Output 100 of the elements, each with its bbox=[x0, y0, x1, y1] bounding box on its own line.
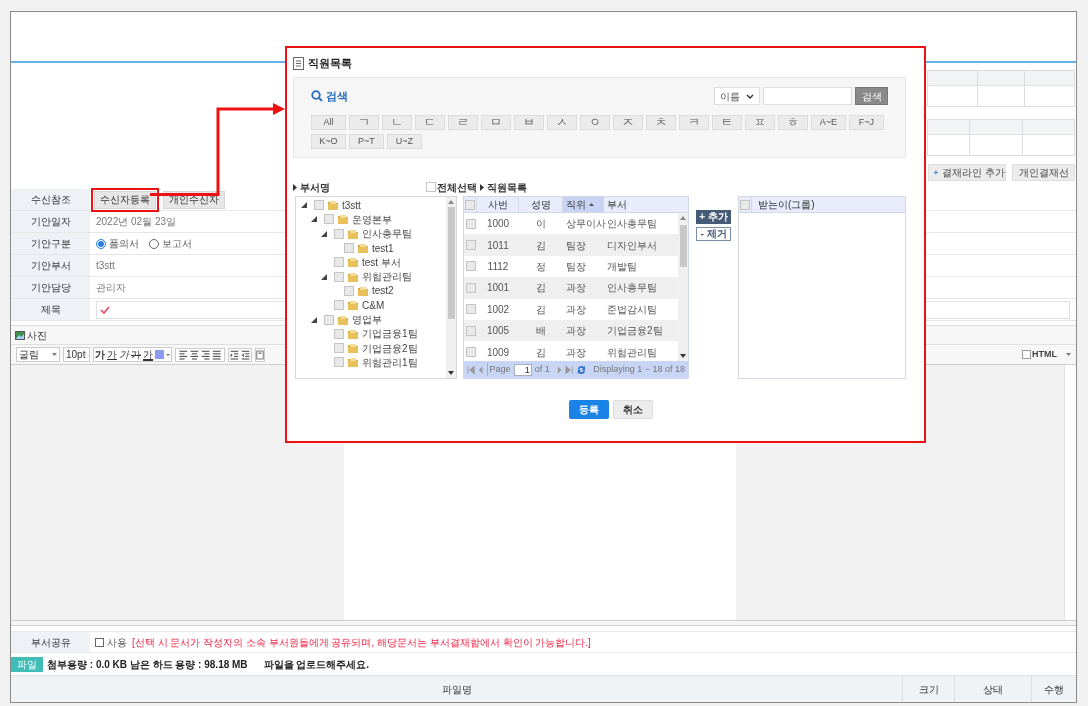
table-cell-text: 준법감시팀 bbox=[607, 302, 657, 317]
table-cell-text: 디자인부서 bbox=[607, 238, 657, 253]
table-cell-text: 1011 bbox=[487, 238, 509, 253]
tree-item[interactable]: 기업금융1팀 bbox=[362, 326, 418, 342]
table-cell-text: 상무이사 bbox=[566, 217, 606, 232]
table-cell-text: 1112 bbox=[487, 259, 509, 274]
upload-hint: 파일을 업로드해주세요. bbox=[263, 657, 370, 672]
field-value: t3stt bbox=[96, 259, 115, 273]
search-heading: 검색 bbox=[326, 88, 348, 104]
table-cell-text: 1005 bbox=[486, 324, 510, 339]
tree-item[interactable]: t3stt bbox=[342, 197, 361, 213]
pager-summary: Displaying 1 − 18 of 18 bbox=[593, 362, 685, 376]
tree-item[interactable]: 영업부 bbox=[352, 312, 382, 328]
format-button[interactable]: 가 bbox=[142, 348, 154, 361]
tree-item[interactable]: 위험관리1팀 bbox=[362, 354, 418, 370]
photo-button[interactable]: 사진 bbox=[15, 327, 47, 343]
section-heading: 부서명 bbox=[300, 180, 330, 195]
attachment-usage: 첨부용량 : 0.0 KB 남은 하드 용량 : 98.18 MB bbox=[47, 657, 248, 672]
table-cell-text: 1009 bbox=[486, 345, 510, 360]
field-label: 기안부서 bbox=[11, 255, 90, 276]
table-cell-text: 1000 bbox=[486, 217, 510, 232]
column-header[interactable]: 직위 bbox=[563, 197, 604, 212]
field-label: 수신참조 bbox=[11, 189, 90, 210]
table-cell-text: 위험관리팀 bbox=[607, 345, 657, 360]
index-button[interactable]: ㄱ bbox=[349, 115, 379, 130]
format-button[interactable]: 가 bbox=[106, 348, 118, 361]
index-button[interactable]: ㅂ bbox=[514, 115, 544, 130]
index-button[interactable]: All bbox=[311, 115, 346, 130]
index-button[interactable]: ㅋ bbox=[679, 115, 709, 130]
html-label: HTML bbox=[1032, 347, 1057, 361]
field-value: 관리자 bbox=[96, 281, 126, 295]
index-button[interactable]: ㅁ bbox=[481, 115, 511, 130]
tree-item[interactable]: 기업금융2팀 bbox=[362, 340, 418, 356]
field-label: 기안일자 bbox=[11, 211, 90, 232]
index-button[interactable]: ㅌ bbox=[712, 115, 742, 130]
table-cell-text: 인사총무팀 bbox=[607, 217, 657, 232]
format-button[interactable]: 가 bbox=[118, 348, 130, 361]
file-badge: 파일 bbox=[11, 656, 43, 672]
index-button[interactable]: K~O bbox=[311, 134, 346, 149]
field-label: 기안담당 bbox=[11, 277, 90, 298]
table-cell-text: 팀장 bbox=[566, 259, 586, 274]
index-button[interactable]: ㅈ bbox=[613, 115, 643, 130]
index-button[interactable]: ㅍ bbox=[745, 115, 775, 130]
tree-item[interactable]: 인사총무팀 bbox=[362, 226, 412, 242]
dialog-button[interactable]: 취소 bbox=[612, 400, 653, 419]
move-button[interactable]: - 제거 bbox=[696, 227, 731, 241]
page-field[interactable]: 1 bbox=[513, 363, 532, 376]
tree-item[interactable]: 위험관리팀 bbox=[362, 269, 412, 285]
font-select[interactable]: 굴림 bbox=[16, 347, 60, 362]
tree-item[interactable]: test1 bbox=[372, 240, 394, 256]
approval-button[interactable]: 개인결재선 bbox=[1012, 164, 1075, 181]
index-button[interactable]: ㄷ bbox=[415, 115, 445, 130]
index-button[interactable]: ㅎ bbox=[778, 115, 808, 130]
table-cell-text: 과장 bbox=[566, 302, 586, 317]
index-button[interactable]: P~T bbox=[349, 134, 384, 149]
field-select[interactable]: 이름 bbox=[714, 87, 760, 105]
table-cell-text: 김 bbox=[536, 345, 546, 360]
field-value: 2022년 02월 23일 bbox=[96, 215, 177, 229]
index-button[interactable]: U~Z bbox=[387, 134, 422, 149]
field-label: 기안구분 bbox=[11, 233, 90, 254]
index-button[interactable]: ㄹ bbox=[448, 115, 478, 130]
table-cell-text: 1001 bbox=[486, 281, 510, 296]
tree-item[interactable]: C&M bbox=[362, 297, 385, 313]
index-button[interactable]: ㅅ bbox=[547, 115, 577, 130]
index-button[interactable]: ㅊ bbox=[646, 115, 676, 130]
table-cell-text: 이 bbox=[536, 217, 546, 232]
column-header: 받는이(그룹) bbox=[758, 198, 815, 212]
share-note: [선택 시 문서가 작성자의 소속 부서원들에게 공유되며, 해당문서는 부서결재함에서 확인이 가능합니다.] bbox=[132, 635, 591, 650]
approval-button[interactable]: 결재라인 추가 bbox=[928, 164, 1006, 181]
table-cell-text: 과장 bbox=[566, 324, 586, 339]
radio-label: 품의서 bbox=[109, 237, 139, 251]
size-select[interactable]: 10pt bbox=[63, 347, 90, 362]
column-header: 크기 bbox=[918, 682, 939, 697]
format-button[interactable]: 가 bbox=[130, 348, 142, 361]
tree-item[interactable]: 운영본부 bbox=[352, 211, 392, 227]
table-cell-text: 개발팀 bbox=[607, 259, 637, 274]
index-button[interactable]: F~J bbox=[849, 115, 884, 130]
column-header[interactable]: 부서 bbox=[604, 197, 688, 212]
section-heading: 직원목록 bbox=[487, 180, 527, 195]
table-cell-text: 기업금융2팀 bbox=[607, 324, 663, 339]
checkbox-label: 사용 bbox=[107, 635, 127, 650]
index-button[interactable]: ㅇ bbox=[580, 115, 610, 130]
radio-label: 보고서 bbox=[162, 237, 192, 251]
table-cell-text: 인사총무팀 bbox=[607, 281, 657, 296]
table-cell-text: 김 bbox=[536, 281, 546, 296]
table-cell-text: 김 bbox=[536, 302, 546, 317]
table-cell-text: 과장 bbox=[566, 345, 586, 360]
move-button[interactable]: + 추가 bbox=[696, 210, 731, 224]
tree-item[interactable]: test 부서 bbox=[362, 254, 401, 270]
format-button[interactable]: 가 bbox=[94, 348, 106, 361]
tree-item[interactable]: test2 bbox=[372, 283, 394, 299]
recipient-button[interactable]: 수신자등록 bbox=[94, 190, 156, 209]
index-button[interactable]: A~E bbox=[811, 115, 846, 130]
checkbox-label: 전체선택 bbox=[437, 180, 477, 195]
dialog-button[interactable]: 등록 bbox=[568, 400, 609, 419]
table-cell-text: 정 bbox=[536, 259, 546, 274]
column-header[interactable]: 사번 bbox=[477, 197, 519, 212]
table-cell-text: 김 bbox=[536, 238, 546, 253]
index-button[interactable]: ㄴ bbox=[382, 115, 412, 130]
table-cell-text: 과장 bbox=[566, 281, 586, 296]
